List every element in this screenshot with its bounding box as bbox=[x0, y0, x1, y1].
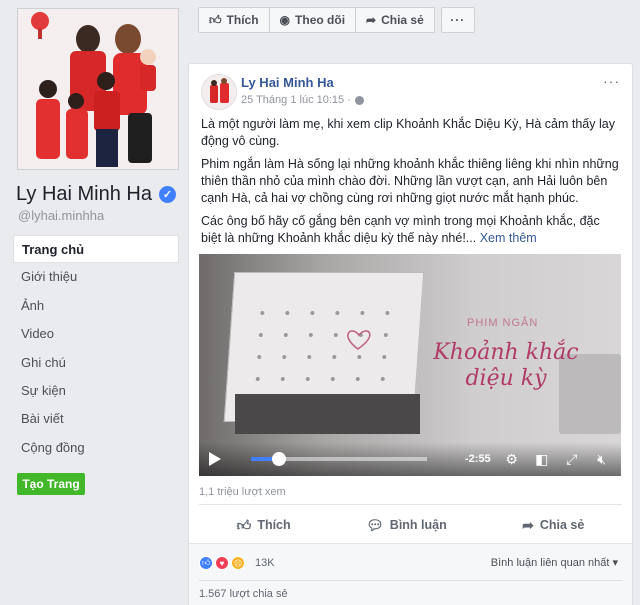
comment-bubble-icon: 💬︎ bbox=[366, 516, 384, 533]
nav-item-photos[interactable]: Ảnh bbox=[13, 292, 179, 320]
profile-photo bbox=[18, 9, 178, 169]
comment-button[interactable]: 💬︎ Bình luận bbox=[366, 511, 447, 539]
reaction-summary[interactable]: 👍︎ ♥ ☹ 13K bbox=[199, 556, 275, 570]
post-author-avatar[interactable] bbox=[201, 74, 237, 110]
nav-item-home[interactable]: Trang chủ bbox=[13, 235, 179, 264]
like-post-button[interactable]: 👍︎ Thích bbox=[237, 511, 291, 539]
reaction-count: 13K bbox=[255, 557, 275, 569]
page-nav: Trang chủ Giới thiệu Ảnh Video Ghi chú S… bbox=[13, 235, 179, 462]
page-name[interactable]: Ly Hai Minh Ha ✓ bbox=[16, 183, 176, 206]
divider bbox=[199, 504, 622, 505]
nav-item-events[interactable]: Sự kiện bbox=[13, 377, 179, 405]
progress-handle[interactable] bbox=[272, 452, 287, 466]
video-player[interactable]: PHIM NGẮN Khoảnh khắc diệu kỳ -2:55 ⚙ ◧ … bbox=[199, 254, 621, 476]
share-count[interactable]: 1.567 lượt chia sẻ bbox=[199, 588, 288, 600]
picture-in-picture-icon[interactable]: ◧ bbox=[533, 451, 551, 468]
page-handle[interactable]: @lyhai.minhha bbox=[18, 208, 104, 223]
like-page-label: Thích bbox=[226, 13, 259, 27]
nav-item-videos[interactable]: Video bbox=[13, 320, 179, 348]
thumbs-up-icon: 👍︎ bbox=[236, 516, 252, 533]
post-message: Là một người làm mẹ, khi xem clip Khoảnh… bbox=[201, 116, 621, 253]
post-timestamp[interactable]: 25 Tháng 1 lúc 10:15 · bbox=[241, 94, 364, 106]
profile-picture[interactable] bbox=[17, 8, 179, 170]
avatar-photo bbox=[202, 75, 236, 109]
post-paragraph-text: Các ông bố hãy cố gắng bên cạnh vợ mình … bbox=[201, 214, 600, 245]
comment-sort-dropdown[interactable]: Bình luận liên quan nhất ▾ bbox=[491, 556, 618, 569]
video-progress-bar[interactable] bbox=[251, 452, 427, 466]
post-paragraph: Phim ngắn làm Hà sống lại những khoảnh k… bbox=[201, 157, 619, 205]
video-duration: -2:55 bbox=[465, 453, 491, 465]
video-brand-subtitle: PHIM NGẮN bbox=[467, 317, 539, 329]
divider bbox=[199, 580, 622, 581]
settings-gear-icon[interactable]: ⚙ bbox=[503, 451, 521, 468]
thumbs-up-icon: 👍︎ bbox=[209, 12, 222, 27]
share-page-button[interactable]: ➦ Chia sẻ bbox=[355, 7, 435, 33]
like-reaction-icon: 👍︎ bbox=[199, 556, 213, 570]
nav-item-about[interactable]: Giới thiệu bbox=[13, 263, 179, 291]
play-icon[interactable] bbox=[209, 452, 221, 466]
video-controls: -2:55 ⚙ ◧ ⤢ 🔇︎ bbox=[199, 442, 621, 476]
share-arrow-icon: ➦ bbox=[366, 13, 377, 27]
verified-badge-icon: ✓ bbox=[158, 186, 176, 203]
fullscreen-icon[interactable]: ⤢ bbox=[563, 451, 581, 468]
page-name-text: Ly Hai Minh Ha bbox=[16, 183, 152, 205]
nav-item-notes[interactable]: Ghi chú bbox=[13, 349, 179, 377]
post-footer: 👍︎ ♥ ☹ 13K Bình luận liên quan nhất ▾ 1.… bbox=[189, 543, 632, 605]
post-options-button[interactable]: ··· bbox=[603, 73, 620, 89]
rss-icon: ◉ bbox=[279, 13, 291, 27]
share-page-label: Chia sẻ bbox=[381, 13, 424, 27]
more-options-button[interactable]: ··· bbox=[440, 7, 475, 33]
like-page-button[interactable]: 👍︎ Thích bbox=[198, 7, 270, 33]
see-more-link[interactable]: Xem thêm bbox=[480, 231, 537, 245]
share-post-button[interactable]: ➦ Chia sẻ bbox=[522, 511, 584, 539]
nav-item-community[interactable]: Cộng đồng bbox=[13, 434, 179, 462]
video-brand-title: Khoảnh khắc diệu kỳ bbox=[433, 340, 579, 391]
post-paragraph: Là một người làm mẹ, khi xem clip Khoảnh… bbox=[201, 117, 615, 148]
post-time-text: 25 Tháng 1 lúc 10:15 · bbox=[241, 94, 351, 106]
calendar-base bbox=[235, 394, 420, 434]
share-post-label: Chia sẻ bbox=[539, 518, 585, 532]
follow-button[interactable]: ◉ Theo dõi bbox=[268, 7, 357, 33]
share-arrow-icon: ➦ bbox=[522, 516, 534, 533]
post-card: Ly Hai Minh Ha 25 Tháng 1 lúc 10:15 · ··… bbox=[188, 63, 633, 605]
page-action-bar: 👍︎ Thích ◉ Theo dõi ➦ Chia sẻ ··· bbox=[198, 7, 475, 33]
follow-label: Theo dõi bbox=[295, 13, 346, 27]
create-page-button[interactable]: Tạo Trang bbox=[17, 473, 85, 495]
sad-reaction-icon: ☹ bbox=[231, 556, 245, 570]
view-count[interactable]: 1,1 triệu lượt xem bbox=[199, 486, 286, 498]
love-reaction-icon: ♥ bbox=[215, 556, 229, 570]
post-author-name[interactable]: Ly Hai Minh Ha bbox=[241, 75, 334, 90]
like-post-label: Thích bbox=[257, 518, 291, 532]
mute-icon[interactable]: 🔇︎ bbox=[593, 451, 611, 468]
comment-label: Bình luận bbox=[389, 518, 447, 532]
post-paragraph-last: Các ông bố hãy cố gắng bên cạnh vợ mình … bbox=[201, 213, 621, 247]
nav-item-posts[interactable]: Bài viết bbox=[13, 405, 179, 433]
globe-icon bbox=[354, 95, 364, 105]
post-actions: 👍︎ Thích 💬︎ Bình luận ➦ Chia sẻ bbox=[199, 511, 622, 539]
